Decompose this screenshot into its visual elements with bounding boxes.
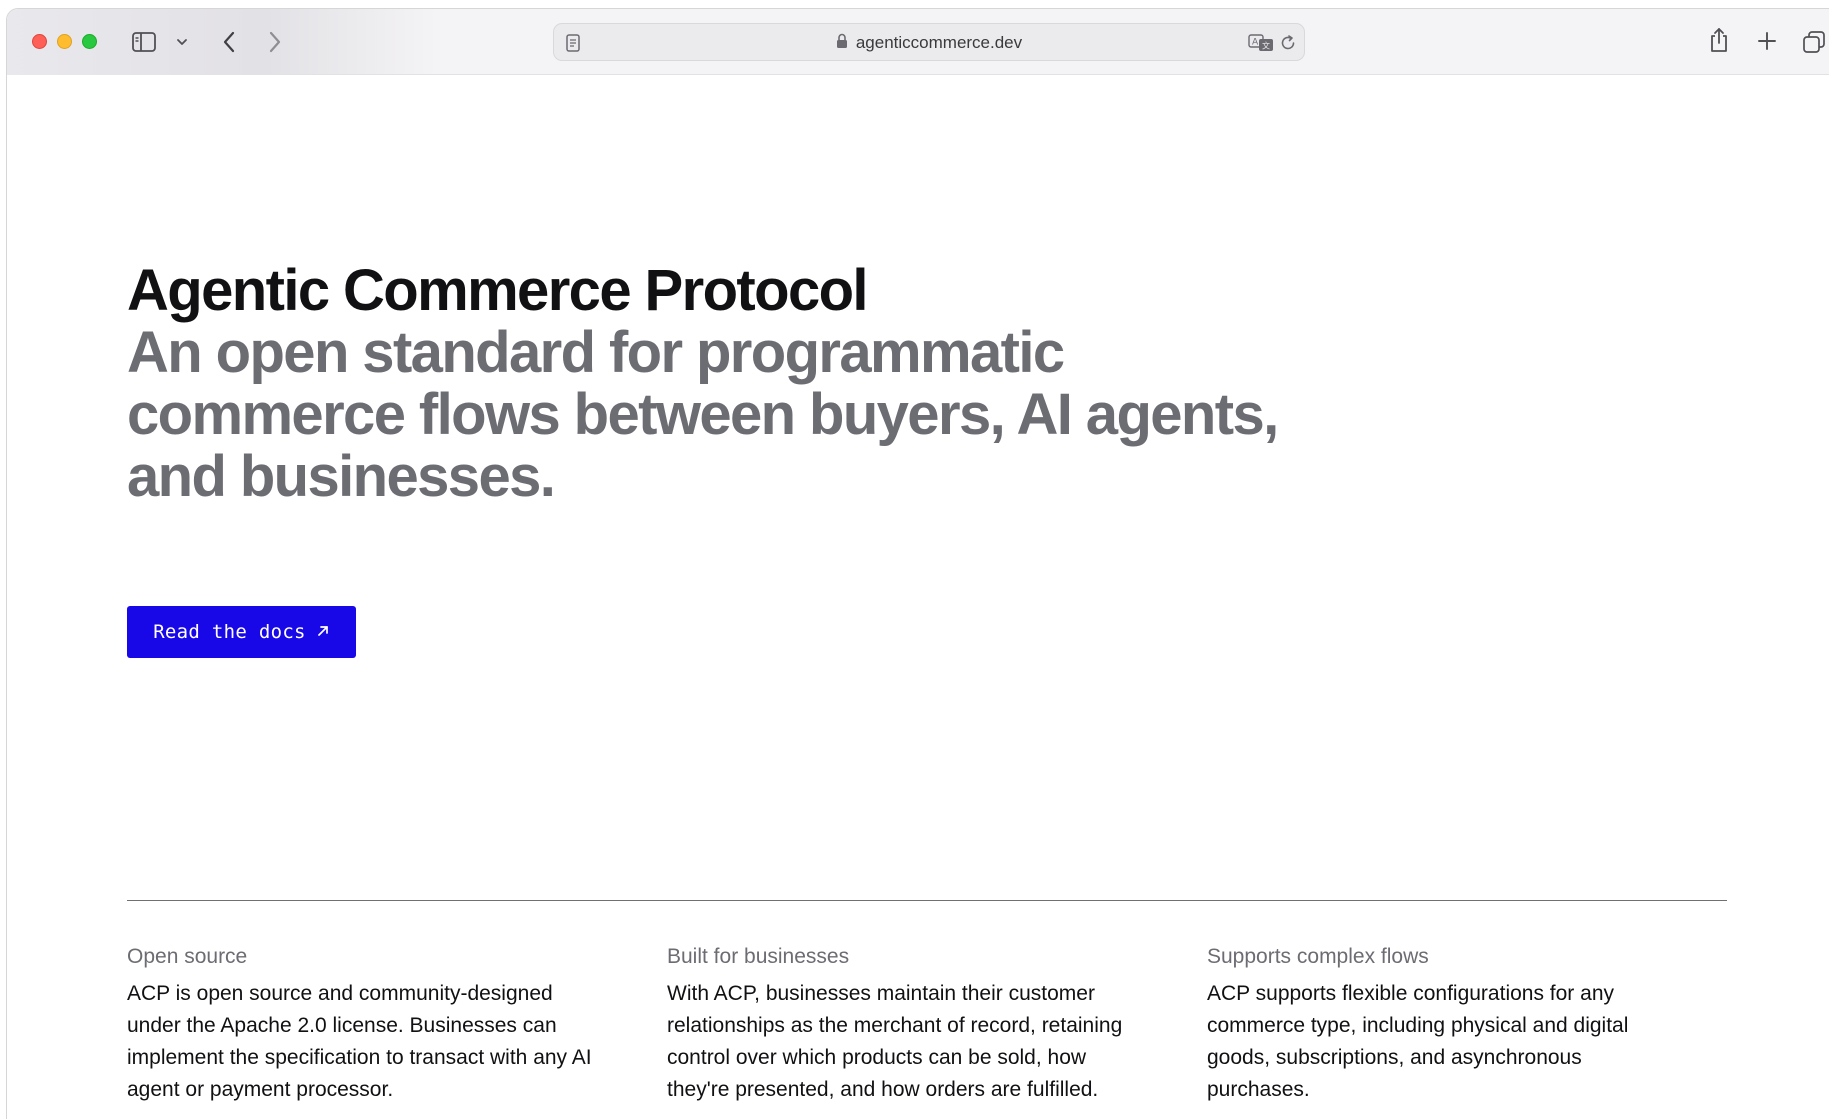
chevron-left-icon[interactable] — [217, 29, 241, 55]
feature-complex-flows: Supports complex flows ACP supports flex… — [1207, 942, 1677, 1106]
feature-body: ACP supports flexible configurations for… — [1207, 982, 1629, 1101]
tab-overview-icon[interactable] — [1801, 29, 1827, 55]
window-minimize-button[interactable] — [57, 34, 72, 49]
svg-text:A: A — [1252, 38, 1259, 48]
svg-text:文: 文 — [1262, 41, 1270, 51]
feature-built-for-businesses: Built for businesses With ACP, businesse… — [667, 942, 1137, 1106]
chevron-down-icon[interactable] — [175, 35, 189, 49]
section-divider — [127, 900, 1727, 901]
feature-title: Supports complex flows — [1207, 945, 1429, 968]
arrow-up-right-icon — [316, 621, 330, 643]
feature-open-source: Open source ACP is open source and commu… — [127, 942, 597, 1106]
sidebar-icon[interactable] — [131, 29, 157, 55]
window-close-button[interactable] — [32, 34, 47, 49]
page-content: Agentic Commerce Protocol An open standa… — [7, 76, 1829, 1119]
feature-title: Open source — [127, 945, 248, 968]
feature-body: With ACP, businesses maintain their cust… — [667, 982, 1123, 1101]
window-zoom-button[interactable] — [82, 34, 97, 49]
share-icon[interactable] — [1707, 25, 1731, 55]
read-docs-button[interactable]: Read the docs — [127, 606, 356, 658]
url-text: agenticcommerce.dev — [855, 33, 1023, 52]
read-docs-label: Read the docs — [153, 621, 306, 643]
chevron-right-icon[interactable] — [263, 29, 287, 55]
hero-title: Agentic Commerce Protocol — [127, 258, 869, 323]
browser-window: agenticcommerce.dev A 文 Agentic Commerce… — [6, 8, 1829, 1119]
browser-toolbar: agenticcommerce.dev A 文 — [7, 9, 1829, 75]
feature-body: ACP is open source and community-designe… — [127, 982, 592, 1101]
plus-icon[interactable] — [1755, 29, 1779, 53]
lock-icon — [836, 33, 848, 54]
feature-title: Built for businesses — [667, 945, 850, 968]
url-display[interactable]: agenticcommerce.dev — [554, 24, 1304, 62]
hero-subtitle: An open standard for programmatic commer… — [127, 320, 1279, 509]
reload-icon[interactable] — [1278, 33, 1298, 53]
translate-icon[interactable]: A 文 — [1248, 33, 1274, 53]
address-bar[interactable]: agenticcommerce.dev A 文 — [553, 23, 1305, 61]
